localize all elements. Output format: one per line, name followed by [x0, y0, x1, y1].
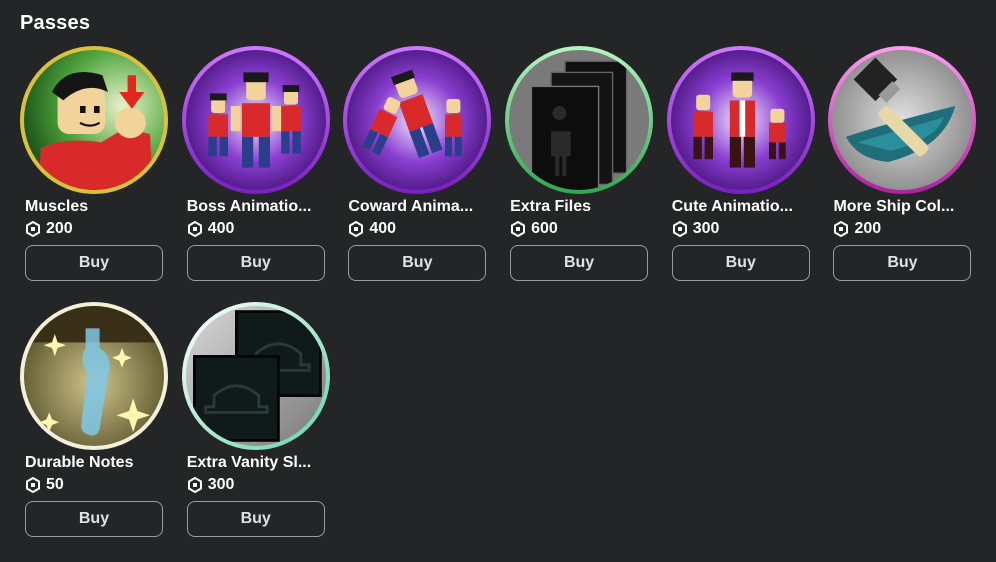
- robux-icon: [187, 477, 202, 493]
- price-value: 50: [46, 476, 64, 493]
- cute-animations-pass-icon: [670, 50, 811, 190]
- pass-thumbnail[interactable]: [505, 46, 654, 194]
- pass-card: Coward Anima... 400 Buy: [343, 46, 493, 302]
- pass-card: Boss Animatio... 400 Buy: [181, 46, 332, 302]
- pass-card: Extra Vanity Sl... 300 Buy: [181, 302, 332, 558]
- pass-thumbnail[interactable]: [666, 46, 815, 194]
- pass-thumbnail[interactable]: [20, 46, 168, 194]
- pass-card: Durable Notes 50 Buy: [20, 302, 170, 558]
- robux-icon: [26, 477, 40, 493]
- pass-name: Coward Anima...: [348, 198, 474, 215]
- robux-icon: [187, 221, 202, 237]
- price-value: 300: [207, 476, 235, 493]
- price-value: 200: [46, 220, 73, 237]
- extra-vanity-pass-icon: [185, 306, 326, 446]
- extra-files-pass-icon: [509, 50, 650, 190]
- pass-price: 400: [187, 220, 235, 238]
- robux-icon: [511, 221, 526, 237]
- pass-price: 300: [187, 476, 235, 494]
- robux-icon: [672, 221, 687, 237]
- price-value: 300: [692, 220, 720, 237]
- buy-button[interactable]: Buy: [186, 501, 325, 537]
- price-value: 400: [207, 220, 235, 237]
- buy-button[interactable]: Buy: [348, 245, 487, 281]
- pass-price: 600: [510, 220, 558, 238]
- robux-icon: [834, 221, 849, 237]
- muscles-pass-icon: [24, 50, 164, 190]
- pass-thumbnail[interactable]: [828, 46, 977, 194]
- pass-thumbnail[interactable]: [181, 46, 330, 194]
- durable-notes-pass-icon: [24, 306, 164, 446]
- buy-button[interactable]: Buy: [833, 245, 972, 281]
- pass-name: Extra Vanity Sl...: [186, 454, 312, 471]
- pass-thumbnail[interactable]: [181, 302, 330, 450]
- coward-animations-pass-icon: [347, 50, 488, 190]
- pass-name: Durable Notes: [25, 454, 134, 471]
- section-title: Passes: [20, 12, 91, 34]
- buy-button[interactable]: Buy: [25, 501, 163, 537]
- price-value: 400: [369, 220, 397, 237]
- pass-name: Extra Files: [510, 198, 591, 215]
- pass-name: Cute Animatio...: [671, 198, 793, 215]
- price-value: 600: [531, 220, 558, 237]
- ship-colors-pass-icon: [832, 50, 973, 190]
- buy-button[interactable]: Buy: [25, 245, 163, 281]
- buy-button[interactable]: Buy: [186, 245, 325, 281]
- pass-card: Cute Animatio... 300 Buy: [666, 46, 817, 302]
- buy-button[interactable]: Buy: [671, 245, 810, 281]
- robux-icon: [349, 221, 364, 237]
- pass-name: Boss Animatio...: [186, 198, 312, 215]
- robux-icon: [26, 221, 40, 237]
- pass-card: More Ship Col... 200 Buy: [828, 46, 978, 302]
- buy-button[interactable]: Buy: [510, 245, 649, 281]
- pass-name: More Ship Col...: [833, 198, 955, 215]
- passes-grid: Muscles 200 Buy Boss Animatio... 400 Buy…: [20, 46, 978, 558]
- pass-price: 50: [25, 476, 64, 494]
- pass-price: 200: [833, 220, 881, 238]
- pass-thumbnail[interactable]: [20, 302, 168, 450]
- pass-price: 400: [348, 220, 396, 238]
- boss-animations-pass-icon: [185, 50, 326, 190]
- pass-price: 300: [672, 220, 720, 238]
- pass-card: Muscles 200 Buy: [20, 46, 170, 302]
- pass-thumbnail[interactable]: [343, 46, 492, 194]
- pass-name: Muscles: [25, 198, 89, 215]
- pass-card: Extra Files 600 Buy: [505, 46, 655, 302]
- price-value: 200: [854, 220, 882, 237]
- pass-price: 200: [25, 220, 73, 238]
